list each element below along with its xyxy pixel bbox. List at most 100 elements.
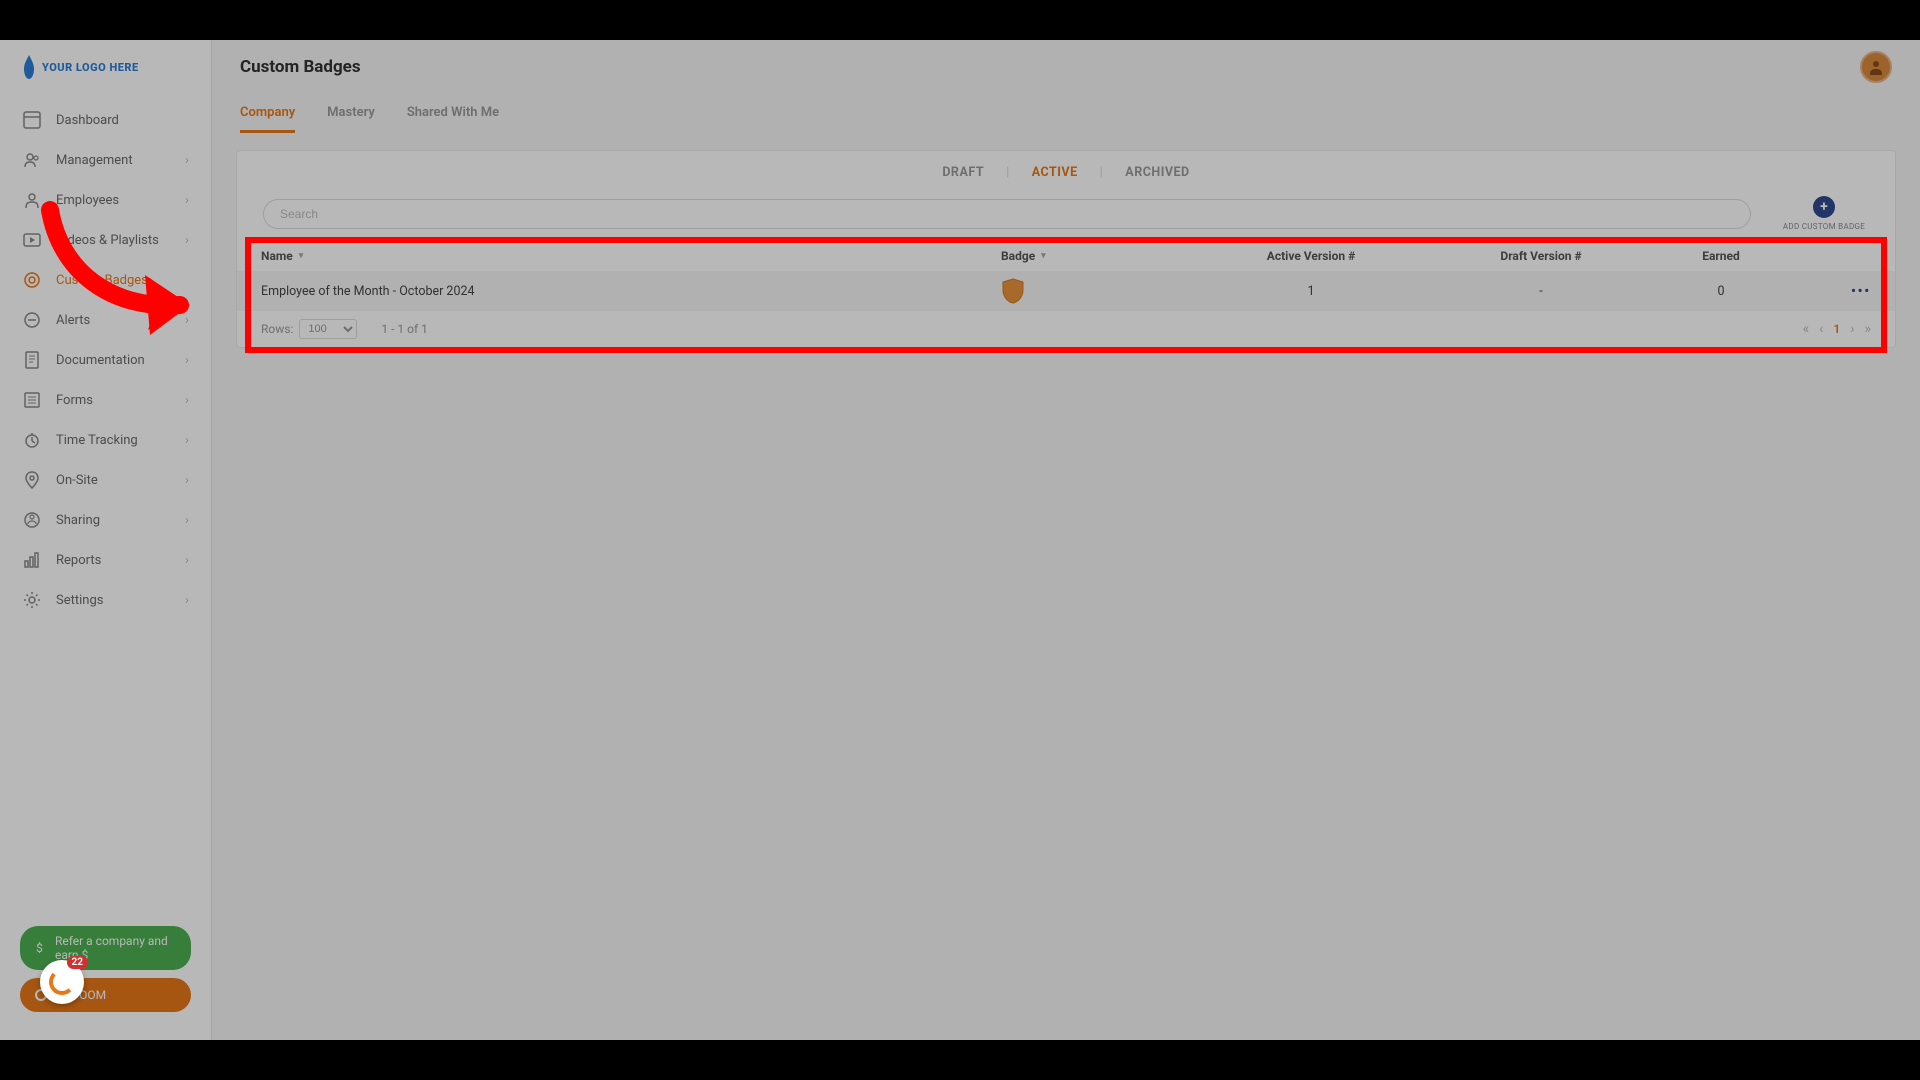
spinner-icon (49, 969, 75, 995)
sidebar-item-label: Dashboard (56, 113, 197, 128)
tab-mastery[interactable]: Mastery (327, 105, 375, 133)
divider: | (1006, 165, 1010, 180)
pager-first-button[interactable]: « (1803, 321, 1810, 337)
doc-icon (22, 350, 42, 370)
chevron-right-icon: › (185, 553, 197, 568)
divider: | (1100, 165, 1104, 180)
sidebar-item-label: Management (56, 153, 185, 168)
sidebar-item-label: Time Tracking (56, 433, 185, 448)
range-text: 1 - 1 of 1 (381, 322, 427, 336)
nav: Dashboard Management › Employees › Video… (0, 94, 211, 914)
badges-card: DRAFT | ACTIVE | ARCHIVED + ADD CUSTOM B… (236, 150, 1896, 348)
bottom-pills: $ Refer a company and earn $ TYFOOM (0, 914, 211, 1040)
pin-icon (22, 470, 42, 490)
sidebar-item-management[interactable]: Management › (0, 140, 211, 180)
sidebar-item-label: Sharing (56, 513, 185, 528)
sidebar-item-employees[interactable]: Employees › (0, 180, 211, 220)
topbar: Custom Badges (212, 40, 1920, 94)
status-active[interactable]: ACTIVE (1032, 165, 1078, 180)
sidebar-item-custom-badges[interactable]: Custom Badges (0, 260, 211, 300)
sidebar-item-label: Employees (56, 193, 185, 208)
col-draft-version-header[interactable]: Draft Version # (1421, 249, 1661, 263)
search-add-row: + ADD CUSTOM BADGE (237, 190, 1895, 241)
sidebar-item-settings[interactable]: Settings › (0, 580, 211, 620)
table-header: Name▾ Badge▾ Active Version # Draft Vers… (237, 241, 1895, 271)
chevron-right-icon: › (185, 393, 197, 408)
notification-count: 22 (67, 956, 88, 969)
refer-button[interactable]: $ Refer a company and earn $ (20, 926, 191, 970)
sidebar-item-documentation[interactable]: Documentation › (0, 340, 211, 380)
status-filters: DRAFT | ACTIVE | ARCHIVED (237, 151, 1895, 190)
tabs: Company Mastery Shared With Me (212, 94, 1920, 134)
chevron-right-icon: › (185, 473, 197, 488)
sidebar-item-forms[interactable]: Forms › (0, 380, 211, 420)
sidebar-item-label: Videos & Playlists (56, 233, 185, 248)
chevron-right-icon: › (185, 593, 197, 608)
sidebar-item-label: Forms (56, 393, 185, 408)
clock-icon (22, 430, 42, 450)
sidebar-item-label: On-Site (56, 473, 185, 488)
avatar-icon (1867, 58, 1885, 76)
table-wrap: Name▾ Badge▾ Active Version # Draft Vers… (237, 241, 1895, 347)
chart-icon (22, 550, 42, 570)
sidebar-item-on-site[interactable]: On-Site › (0, 460, 211, 500)
tab-company[interactable]: Company (240, 105, 295, 133)
more-actions-button[interactable]: ••• (1851, 284, 1871, 299)
chevron-right-icon: › (185, 433, 197, 448)
cell-draft-version: - (1421, 284, 1661, 299)
flame-icon (22, 55, 36, 79)
page-title: Custom Badges (240, 57, 1860, 77)
status-draft[interactable]: DRAFT (942, 165, 984, 180)
pager-current-page: 1 (1833, 322, 1840, 336)
col-active-version-header[interactable]: Active Version # (1201, 249, 1421, 263)
sidebar-item-label: Custom Badges (56, 273, 197, 288)
avatar[interactable] (1860, 51, 1892, 83)
add-custom-badge-button[interactable]: + ADD CUSTOM BADGE (1779, 196, 1869, 231)
chevron-down-icon: ▾ (299, 251, 304, 261)
logo: YOUR LOGO HERE (0, 40, 211, 94)
chevron-right-icon: › (185, 233, 197, 248)
chevron-right-icon: › (185, 513, 197, 528)
col-earned-header[interactable]: Earned (1661, 249, 1781, 263)
sidebar-item-reports[interactable]: Reports › (0, 540, 211, 580)
chevron-right-icon: › (185, 353, 197, 368)
sidebar-item-label: Documentation (56, 353, 185, 368)
cell-active-version: 1 (1201, 284, 1421, 299)
col-badge-header[interactable]: Badge▾ (1001, 249, 1201, 263)
cell-name: Employee of the Month - October 2024 (261, 284, 1001, 299)
sidebar-item-sharing[interactable]: Sharing › (0, 500, 211, 540)
sidebar-item-time-tracking[interactable]: Time Tracking › (0, 420, 211, 460)
cell-earned: 0 (1661, 284, 1781, 299)
sidebar-item-alerts[interactable]: Alerts › (0, 300, 211, 340)
sidebar-item-dashboard[interactable]: Dashboard (0, 100, 211, 140)
add-label: ADD CUSTOM BADGE (1783, 222, 1865, 231)
plus-icon: + (1813, 196, 1835, 218)
col-name-header[interactable]: Name▾ (261, 249, 1001, 263)
chevron-right-icon: › (185, 313, 197, 328)
sidebar-item-label: Reports (56, 553, 185, 568)
pager-next-button[interactable]: › (1850, 321, 1854, 337)
pager-last-button[interactable]: » (1864, 321, 1871, 337)
logo-text: YOUR LOGO HERE (42, 61, 139, 74)
main-content: Custom Badges Company Mastery Shared Wit… (212, 40, 1920, 1040)
status-archived[interactable]: ARCHIVED (1125, 165, 1189, 180)
rows-label: Rows: (261, 322, 293, 336)
person-icon (22, 190, 42, 210)
table-row[interactable]: Employee of the Month - October 2024 1 -… (237, 271, 1895, 311)
loading-spinner: 22 (40, 960, 84, 1004)
shield-icon (1001, 278, 1025, 304)
chevron-right-icon: › (185, 153, 197, 168)
chevron-down-icon: ▾ (1041, 251, 1046, 261)
pager: Rows: 100 1 - 1 of 1 « ‹ 1 › » (237, 311, 1895, 347)
sidebar-item-label: Alerts (56, 313, 185, 328)
sidebar: YOUR LOGO HERE Dashboard Management › Em… (0, 40, 212, 1040)
dashboard-icon (22, 110, 42, 130)
rows-per-page-select[interactable]: 100 (299, 319, 357, 339)
tab-shared-with-me[interactable]: Shared With Me (407, 105, 499, 133)
share-icon (22, 510, 42, 530)
pager-prev-button: ‹ (1819, 321, 1823, 337)
play-icon (22, 230, 42, 250)
sidebar-item-videos[interactable]: Videos & Playlists › (0, 220, 211, 260)
sidebar-item-label: Settings (56, 593, 185, 608)
search-input[interactable] (263, 199, 1751, 229)
